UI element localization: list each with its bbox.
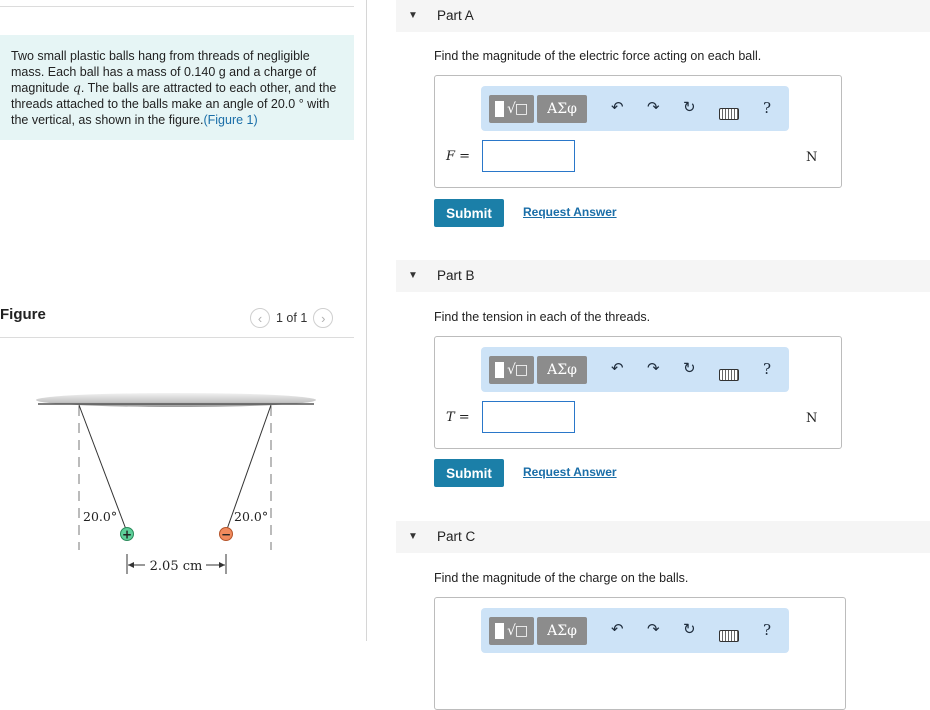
chevron-left-icon[interactable]: ‹ bbox=[250, 308, 270, 328]
part-a-variable-label: F = bbox=[446, 149, 471, 164]
part-c-title: Part C bbox=[437, 529, 476, 544]
part-a-unit: N bbox=[806, 150, 818, 165]
part-c-question: Find the magnitude of the charge on the … bbox=[434, 571, 689, 585]
part-b-submit-button[interactable]: Submit bbox=[434, 459, 504, 487]
keyboard-icon[interactable] bbox=[719, 630, 739, 642]
dimension-arrowhead-left bbox=[128, 562, 134, 568]
right-angle-label: 20.0° bbox=[234, 509, 268, 524]
part-b-title: Part B bbox=[437, 268, 475, 283]
reset-icon[interactable]: ↻ bbox=[683, 100, 696, 115]
charge-variable: q bbox=[72, 80, 81, 95]
part-a-question: Find the magnitude of the electric force… bbox=[434, 49, 762, 63]
distance-label: 2.05 cm bbox=[150, 559, 203, 574]
redo-icon[interactable]: ↷ bbox=[647, 361, 660, 376]
part-a-header[interactable]: ▼ Part A bbox=[396, 0, 930, 32]
keyboard-icon[interactable] bbox=[719, 369, 739, 381]
part-b-header[interactable]: ▼ Part B bbox=[396, 260, 930, 292]
part-b-question: Find the tension in each of the threads. bbox=[434, 310, 651, 324]
greek-symbols-button[interactable]: ΑΣφ bbox=[537, 95, 587, 123]
math-toolbar: √□ ΑΣφ ↶ ↷ ↻ ? bbox=[481, 347, 789, 392]
figure-link[interactable]: (Figure 1) bbox=[203, 113, 257, 127]
undo-icon[interactable]: ↶ bbox=[611, 622, 624, 637]
reset-icon[interactable]: ↻ bbox=[683, 622, 696, 637]
part-a-request-answer-link[interactable]: Request Answer bbox=[523, 205, 617, 219]
keyboard-icon[interactable] bbox=[719, 108, 739, 120]
part-b-unit: N bbox=[806, 411, 818, 426]
part-a-answer-input[interactable] bbox=[482, 140, 575, 172]
part-c-answer-box: √□ ΑΣφ ↶ ↷ ↻ ? bbox=[434, 597, 846, 710]
templates-button[interactable]: √□ bbox=[489, 95, 534, 123]
math-toolbar: √□ ΑΣφ ↶ ↷ ↻ ? bbox=[481, 86, 789, 131]
problem-statement: Two small plastic balls hang from thread… bbox=[0, 35, 354, 140]
minus-sign: − bbox=[221, 528, 231, 542]
part-b-variable-label: T = bbox=[446, 410, 470, 425]
redo-icon[interactable]: ↷ bbox=[647, 100, 660, 115]
page-indicator: 1 of 1 bbox=[276, 311, 308, 325]
column-divider bbox=[366, 0, 367, 641]
chevron-right-icon[interactable]: › bbox=[313, 308, 334, 328]
help-icon[interactable]: ? bbox=[763, 360, 771, 378]
help-icon[interactable]: ? bbox=[763, 621, 771, 639]
ceiling-support bbox=[36, 393, 316, 407]
caret-down-icon: ▼ bbox=[408, 270, 418, 281]
templates-button[interactable]: √□ bbox=[489, 356, 534, 384]
part-a-submit-button[interactable]: Submit bbox=[434, 199, 504, 227]
problem-text: Two small plastic balls hang from thread… bbox=[11, 48, 341, 128]
part-b-request-answer-link[interactable]: Request Answer bbox=[523, 465, 617, 479]
undo-icon[interactable]: ↶ bbox=[611, 361, 624, 376]
plus-sign: + bbox=[122, 528, 132, 542]
part-a-title: Part A bbox=[437, 8, 474, 23]
caret-down-icon: ▼ bbox=[408, 531, 418, 542]
top-divider bbox=[0, 6, 354, 7]
undo-icon[interactable]: ↶ bbox=[611, 100, 624, 115]
redo-icon[interactable]: ↷ bbox=[647, 622, 660, 637]
figure-navigation: ‹ 1 of 1 › bbox=[250, 308, 334, 328]
part-a-answer-box: √□ ΑΣφ ↶ ↷ ↻ ? F = N bbox=[434, 75, 842, 188]
pendulum-figure: + − 20.0° 20.0° 2.05 cm bbox=[36, 393, 316, 574]
part-c-header[interactable]: ▼ Part C bbox=[396, 521, 930, 553]
part-b-answer-box: √□ ΑΣφ ↶ ↷ ↻ ? T = N bbox=[434, 336, 842, 449]
part-b-answer-input[interactable] bbox=[482, 401, 575, 433]
left-angle-label: 20.0° bbox=[83, 509, 117, 524]
math-toolbar: √□ ΑΣφ ↶ ↷ ↻ ? bbox=[481, 608, 789, 653]
figure-divider bbox=[0, 337, 354, 338]
greek-symbols-button[interactable]: ΑΣφ bbox=[537, 356, 587, 384]
help-icon[interactable]: ? bbox=[763, 99, 771, 117]
figure-title: Figure bbox=[0, 306, 46, 323]
caret-down-icon: ▼ bbox=[408, 10, 418, 21]
dimension-arrowhead-right bbox=[219, 562, 225, 568]
reset-icon[interactable]: ↻ bbox=[683, 361, 696, 376]
